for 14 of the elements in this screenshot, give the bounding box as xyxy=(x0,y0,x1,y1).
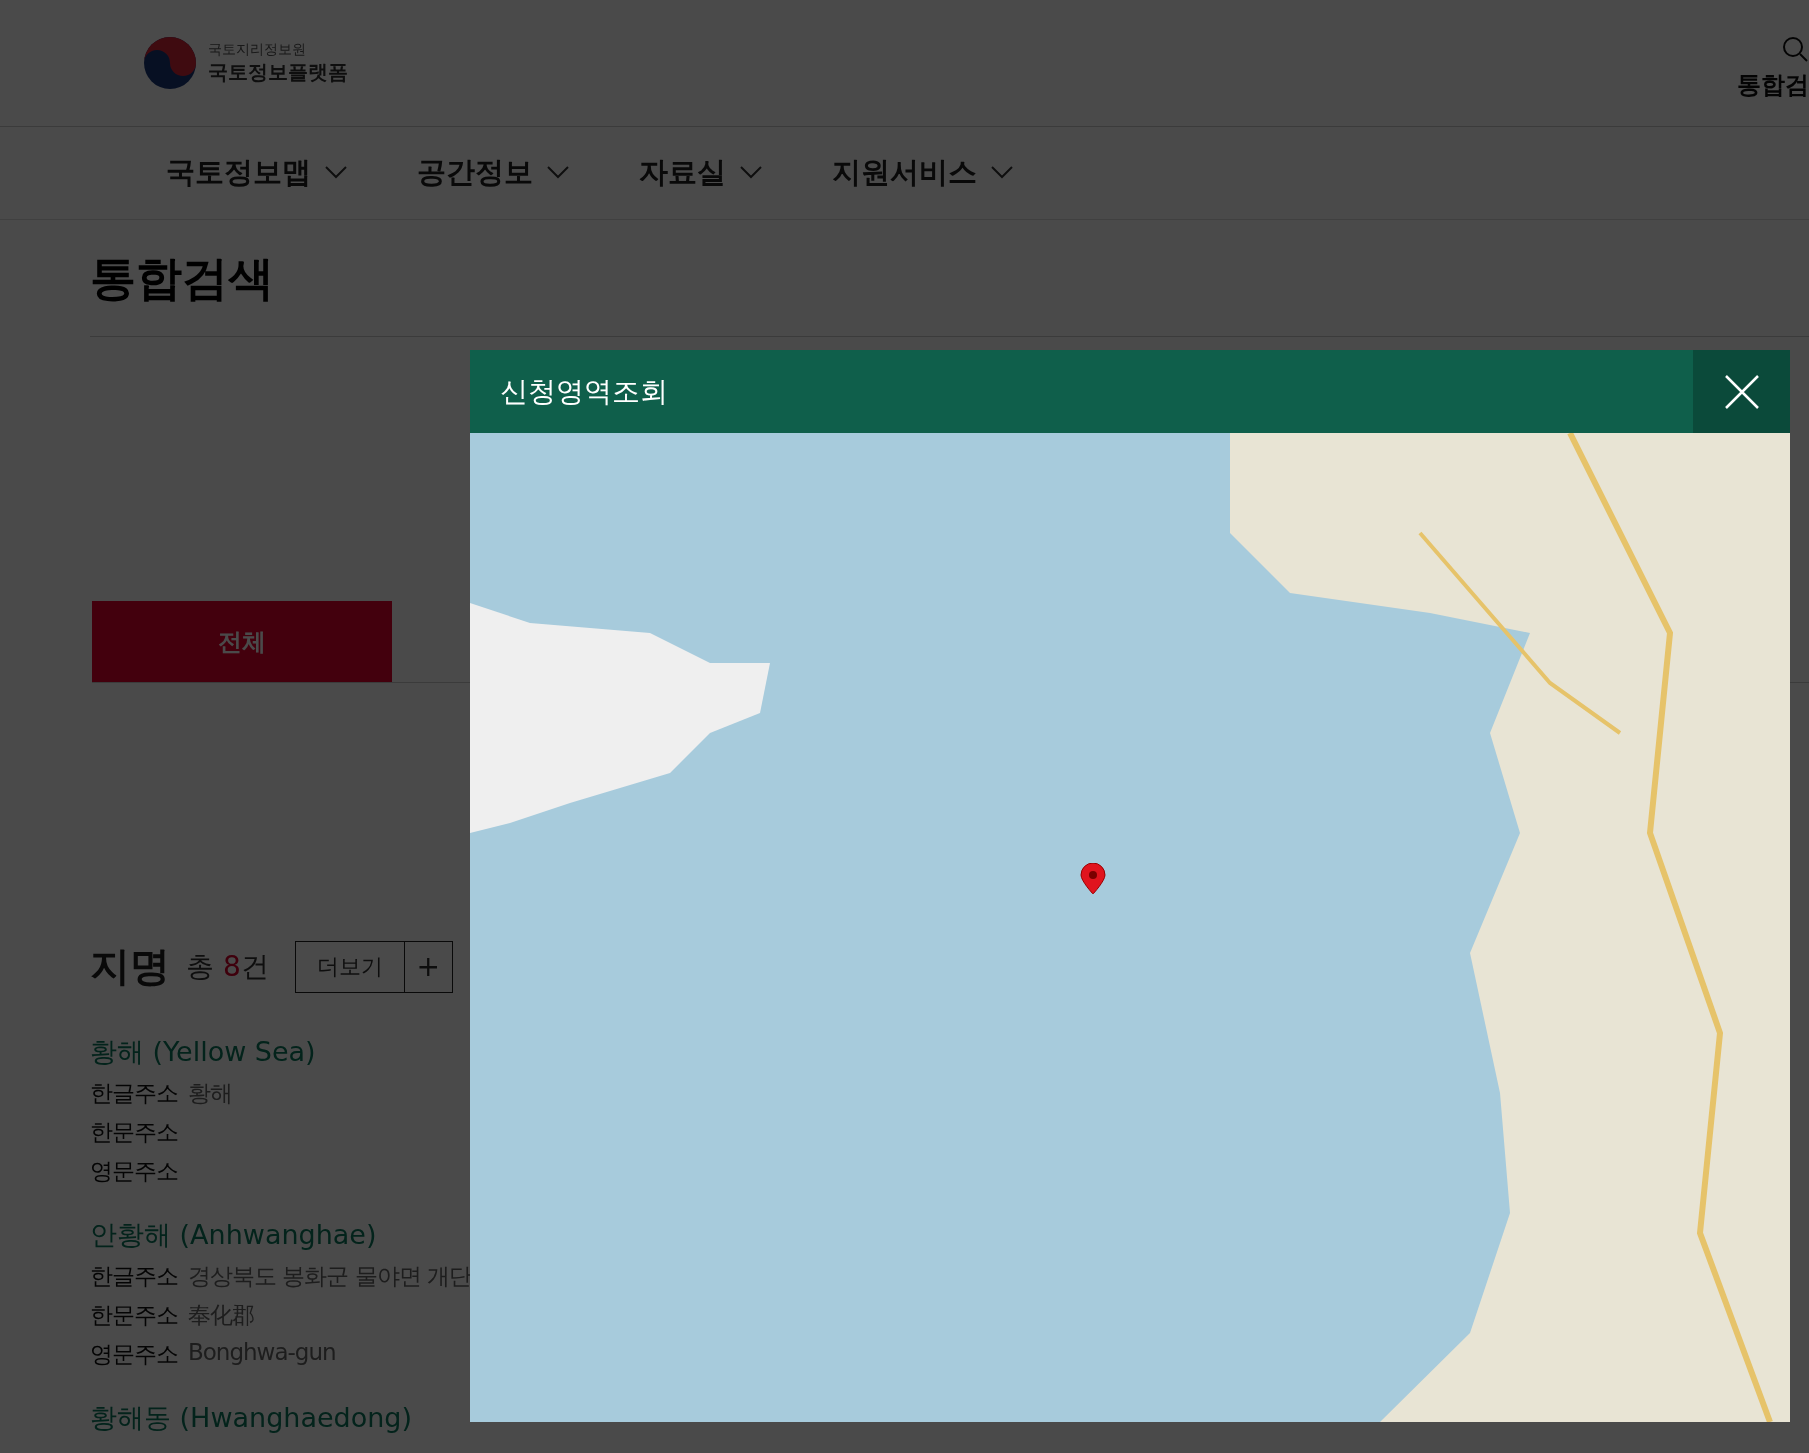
field-label: 한문주소 xyxy=(90,1118,178,1147)
section-title: 지명 xyxy=(90,942,170,991)
modal-title: 신청영역조회 xyxy=(499,373,668,410)
field-label: 영문주소 xyxy=(90,1157,178,1186)
field-label: 한문주소 xyxy=(90,1301,178,1330)
close-button[interactable] xyxy=(1693,350,1790,433)
page-title: 통합검색 xyxy=(90,250,275,307)
close-icon xyxy=(1723,373,1760,410)
result-count: 총 8건 xyxy=(186,948,269,985)
field-label: 한글주소 xyxy=(90,1262,178,1291)
site-name: 국토정보플랫폼 xyxy=(208,58,348,86)
field-label: 영문주소 xyxy=(90,1340,178,1369)
field-label: 한글주소 xyxy=(90,1079,178,1108)
map-pin-icon xyxy=(1080,863,1106,895)
